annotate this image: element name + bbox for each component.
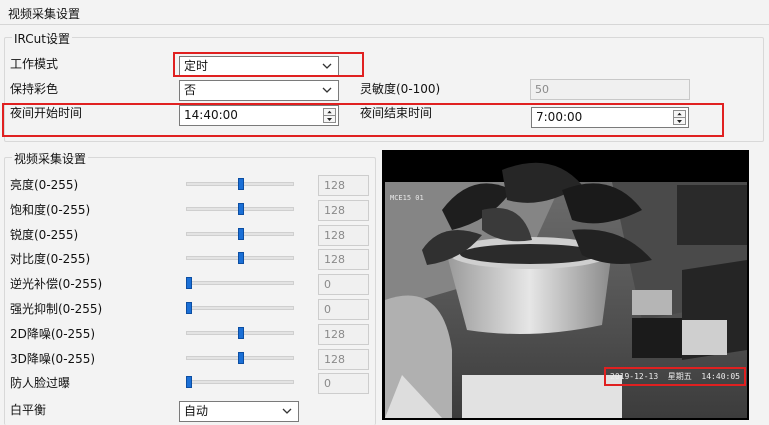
slider-label: 逆光补偿(0-255) [10,277,103,291]
keep-color-label: 保持彩色 [10,82,59,96]
slider-track[interactable] [186,281,294,285]
chevron-down-icon [322,87,332,93]
slider-label: 3D降噪(0-255) [10,352,96,366]
night-end-input[interactable]: 7:00:00 [531,107,689,128]
slider-value-input[interactable]: 128 [318,200,369,221]
night-start-label: 夜间开始时间 [10,106,83,120]
slider-label: 强光抑制(0-255) [10,302,103,316]
spin-down-icon[interactable] [674,118,685,125]
slider-track[interactable] [186,380,294,384]
keep-color-select[interactable]: 否 [179,80,339,101]
slider-label: 饱和度(0-255) [10,203,91,217]
timestamp-overlay: 2019-12-13 星期五 14:40:05 [604,367,746,386]
slider-value-input[interactable]: 128 [318,324,369,345]
slider-track[interactable] [186,306,294,310]
slider-label: 亮度(0-255) [10,178,79,192]
night-start-spinner[interactable] [323,108,336,123]
white-balance-label: 白平衡 [10,403,47,417]
slider-thumb[interactable] [186,277,192,289]
slider-thumb[interactable] [238,203,244,215]
slider-thumb[interactable] [186,302,192,314]
spin-up-icon[interactable] [674,111,685,118]
white-balance-value: 自动 [184,404,209,418]
slider-value-input[interactable]: 128 [318,175,369,196]
capture-legend: 视频采集设置 [12,150,89,167]
slider-thumb[interactable] [238,327,244,339]
work-mode-highlight [173,52,364,77]
slider-value-input[interactable]: 0 [318,299,369,320]
night-end-spinner[interactable] [673,110,686,125]
sensitivity-label: 灵敏度(0-100) [360,82,441,96]
slider-value-input[interactable]: 128 [318,249,369,270]
slider-label: 锐度(0-255) [10,228,79,242]
slider-label: 2D降噪(0-255) [10,327,96,341]
slider-value-input[interactable]: 0 [318,274,369,295]
slider-thumb[interactable] [238,178,244,190]
video-preview: MCE15 01 2019-12-13 星期五 14:40:05 [382,150,749,420]
slider-thumb[interactable] [238,228,244,240]
slider-value-input[interactable]: 128 [318,225,369,246]
page-title: 视频采集设置 [8,7,81,21]
slider-thumb[interactable] [238,252,244,264]
timestamp-text: 2019-12-13 星期五 14:40:05 [610,372,740,381]
night-end-label: 夜间结束时间 [360,106,433,120]
sensitivity-input[interactable]: 50 [530,79,690,100]
slider-value-input[interactable]: 0 [318,373,369,394]
ircut-legend: IRCut设置 [12,30,72,47]
slider-label: 防人脸过曝 [10,376,71,390]
work-mode-label: 工作模式 [10,57,59,71]
slider-thumb[interactable] [238,352,244,364]
spin-down-icon[interactable] [324,116,335,123]
night-start-value: 14:40:00 [184,108,238,122]
night-start-input[interactable]: 14:40:00 [179,105,339,126]
keep-color-value: 否 [184,83,197,97]
spin-up-icon[interactable] [324,109,335,116]
camera-label: MCE15 01 [390,194,424,202]
chevron-down-icon [282,408,292,414]
night-end-value: 7:00:00 [536,110,583,124]
slider-thumb[interactable] [186,376,192,388]
slider-label: 对比度(0-255) [10,252,91,266]
title-divider [0,24,769,25]
slider-value-input[interactable]: 128 [318,349,369,370]
white-balance-select[interactable]: 自动 [179,401,299,422]
